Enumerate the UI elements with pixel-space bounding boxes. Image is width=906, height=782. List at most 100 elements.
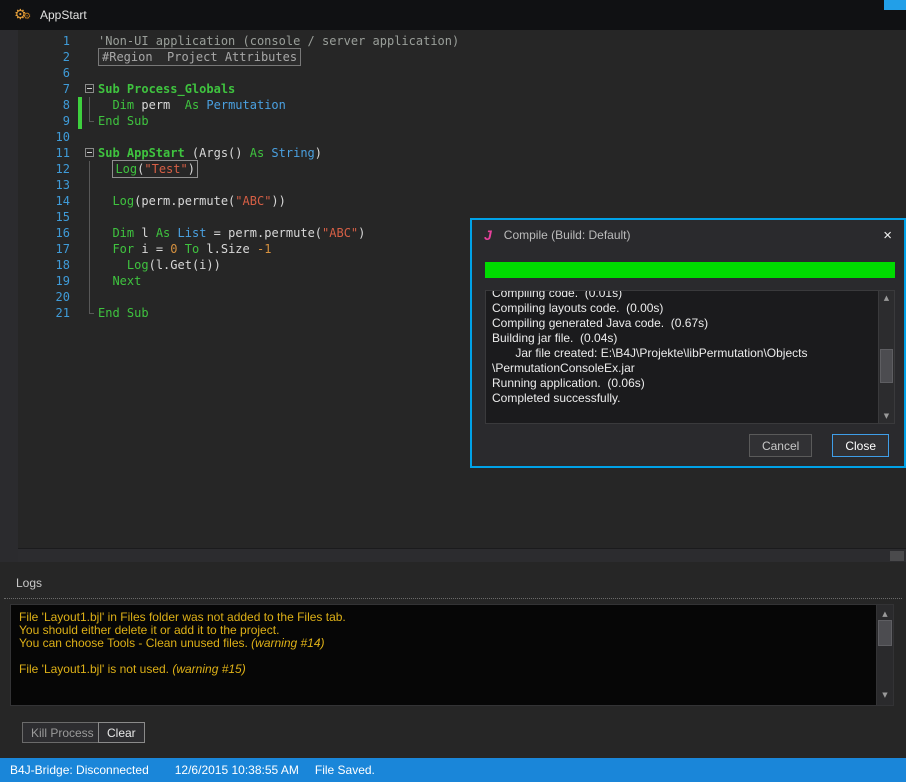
fold-margin: [84, 177, 98, 193]
status-bar: B4J-Bridge: Disconnected 12/6/2015 10:38…: [0, 758, 906, 782]
compile-log-line: Compiling generated Java code. (0.67s): [492, 316, 872, 331]
code-line-6[interactable]: 6: [18, 65, 906, 81]
fold-margin: [84, 65, 98, 81]
line-number: 19: [18, 273, 78, 289]
tab-label: AppStart: [40, 8, 87, 22]
clear-button[interactable]: Clear: [98, 722, 145, 743]
logs-output[interactable]: File 'Layout1.bjl' in Files folder was n…: [10, 604, 894, 706]
compile-progress-bar: [485, 262, 895, 278]
code-text: #Region Project Attributes: [98, 49, 301, 65]
close-icon[interactable]: ×: [883, 228, 892, 243]
code-line-2[interactable]: 2 #Region Project Attributes: [18, 49, 906, 65]
fold-margin: [84, 193, 98, 209]
scroll-down-icon[interactable]: ▼: [877, 689, 893, 702]
compile-dialog: J Compile (Build: Default) × Compiling c…: [470, 218, 906, 468]
line-number: 17: [18, 241, 78, 257]
code-line-11[interactable]: 11 Sub AppStart (Args() As String): [18, 145, 906, 161]
code-line-8[interactable]: 8 Dim perm As Permutation: [18, 97, 906, 113]
compile-log-output[interactable]: Compiling code. (0.01s)Compiling layouts…: [485, 290, 895, 424]
line-number: 13: [18, 177, 78, 193]
line-number: 10: [18, 129, 78, 145]
scroll-down-icon[interactable]: ▼: [879, 412, 894, 420]
compile-log-line: Compiling code. (0.01s): [492, 290, 872, 301]
fold-margin[interactable]: [84, 145, 98, 161]
code-text: End Sub: [98, 113, 149, 129]
compile-dialog-titlebar[interactable]: J Compile (Build: Default) ×: [472, 220, 904, 250]
left-panel-strip[interactable]: [0, 30, 19, 562]
compile-log-line: Running application. (0.06s): [492, 376, 872, 391]
line-number: 11: [18, 145, 78, 161]
code-text: Log("Test"): [98, 161, 198, 177]
line-number: 6: [18, 65, 78, 81]
fold-margin: [84, 129, 98, 145]
fold-collapse-icon[interactable]: [85, 148, 94, 157]
status-timestamp: 12/6/2015 10:38:55 AM: [175, 763, 299, 777]
line-number: 1: [18, 33, 78, 49]
code-line-10[interactable]: 10: [18, 129, 906, 145]
fold-margin: [84, 289, 98, 305]
line-number: 15: [18, 209, 78, 225]
compile-log-scrollbar[interactable]: ▲ ▼: [878, 291, 894, 423]
fold-margin: [84, 209, 98, 225]
fold-margin: [84, 305, 98, 321]
compile-log-lines: Compiling code. (0.01s)Compiling layouts…: [486, 291, 894, 408]
compile-log-line: Compiling layouts code. (0.00s): [492, 301, 872, 316]
scroll-up-icon[interactable]: ▲: [879, 294, 894, 302]
code-text: Next: [98, 273, 141, 289]
logs-divider: [4, 598, 902, 599]
compile-log-line: \PermutationConsoleEx.jar: [492, 361, 872, 376]
compile-dialog-buttons: Cancel Close: [749, 434, 889, 457]
code-line-9[interactable]: 9 End Sub: [18, 113, 906, 129]
code-line-1[interactable]: 1 'Non-UI application (console / server a…: [18, 33, 906, 49]
fold-margin[interactable]: [84, 81, 98, 97]
scrollbar-thumb[interactable]: [880, 349, 893, 383]
compile-log-line: Completed successfully.: [492, 391, 872, 406]
code-line-7[interactable]: 7 Sub Process_Globals: [18, 81, 906, 97]
code-line-14[interactable]: 14 Log(perm.permute("ABC")): [18, 193, 906, 209]
code-text: Dim perm As Permutation: [98, 97, 286, 113]
tab-bar: ⚙⚙ AppStart: [0, 0, 906, 31]
fold-margin: [84, 113, 98, 129]
compile-log-line: Building jar file. (0.04s): [492, 331, 872, 346]
kill-process-button[interactable]: Kill Process: [22, 722, 103, 743]
line-number: 21: [18, 305, 78, 321]
code-line-12[interactable]: 12 Log("Test"): [18, 161, 906, 177]
fold-margin: [84, 273, 98, 289]
scrollbar-corner[interactable]: [890, 551, 904, 561]
fold-margin: [84, 161, 98, 177]
line-number: 9: [18, 113, 78, 129]
compile-log-line: Jar file created: E:\B4J\Projekte\libPer…: [492, 346, 872, 361]
window-corner-accent: [884, 0, 906, 10]
close-button[interactable]: Close: [832, 434, 889, 457]
logs-warning-lines: File 'Layout1.bjl' in Files folder was n…: [11, 605, 893, 680]
cancel-button[interactable]: Cancel: [749, 434, 812, 457]
line-number: 12: [18, 161, 78, 177]
line-number: 16: [18, 225, 78, 241]
editor-horizontal-scrollbar[interactable]: [18, 548, 906, 562]
compile-dialog-title: Compile (Build: Default): [504, 228, 631, 242]
statement-highlight: Log("Test"): [112, 160, 198, 178]
code-text: End Sub: [98, 305, 149, 321]
line-number: 14: [18, 193, 78, 209]
logs-scrollbar[interactable]: ▲ ▼: [876, 605, 893, 705]
fold-margin: [84, 241, 98, 257]
fold-margin: [84, 225, 98, 241]
log-warning-line: File 'Layout1.bjl' is not used. (warning…: [19, 663, 871, 676]
code-text: Log(l.Get(i)): [98, 257, 221, 273]
fold-collapse-icon[interactable]: [85, 84, 94, 93]
b4j-logo-icon: J: [484, 227, 492, 243]
scrollbar-thumb[interactable]: [878, 620, 892, 646]
line-number: 2: [18, 49, 78, 65]
code-line-13[interactable]: 13: [18, 177, 906, 193]
fold-margin: [84, 33, 98, 49]
bridge-status: B4J-Bridge: Disconnected: [10, 763, 149, 777]
code-text: Sub AppStart (Args() As String): [98, 145, 322, 161]
status-message: File Saved.: [315, 763, 375, 777]
logs-panel-title: Logs: [16, 576, 42, 590]
code-text: 'Non-UI application (console / server ap…: [98, 33, 459, 49]
code-text: Sub Process_Globals: [98, 81, 235, 97]
line-number: 7: [18, 81, 78, 97]
log-warning-line: You can choose Tools - Clean unused file…: [19, 637, 871, 650]
code-text: Log(perm.permute("ABC")): [98, 193, 286, 209]
tab-appstart[interactable]: ⚙⚙ AppStart: [0, 0, 101, 30]
